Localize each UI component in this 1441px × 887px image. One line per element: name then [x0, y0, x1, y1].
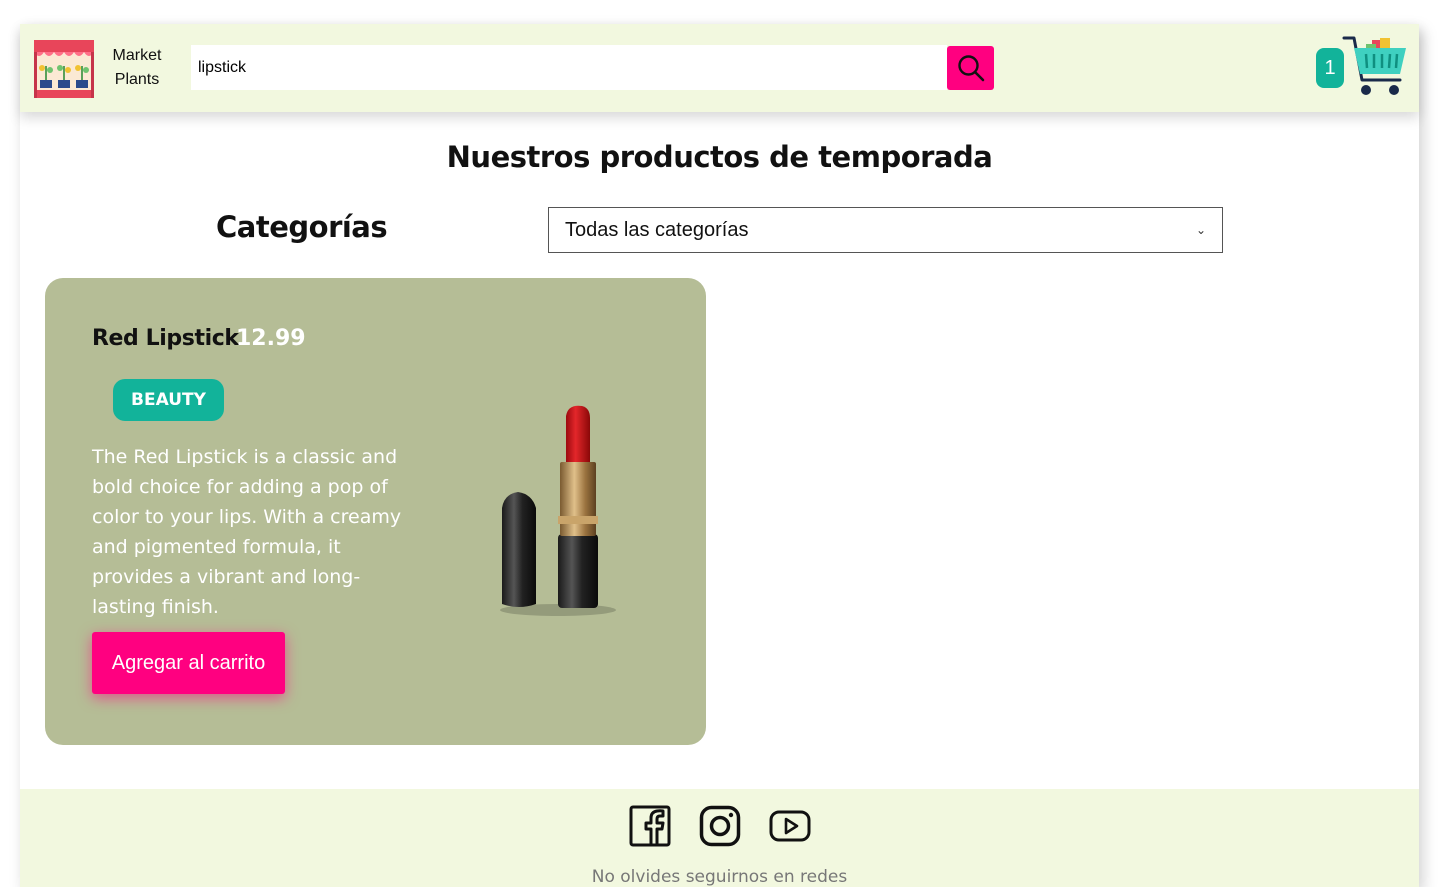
product-card: Red Lipstick 12.99 BEAUTY The Red Lipsti…: [45, 278, 706, 745]
product-category-badge: BEAUTY: [113, 379, 224, 421]
footer: No olvides seguirnos en redes: [20, 789, 1419, 887]
product-name: Red Lipstick: [92, 326, 239, 351]
add-to-cart-button[interactable]: Agregar al carrito: [92, 632, 285, 694]
brand-line-2: Plants: [114, 71, 160, 88]
brand-name: Market Plants: [106, 44, 168, 92]
youtube-icon[interactable]: [769, 805, 811, 847]
page: Market Plants 1: [20, 24, 1419, 887]
search-input[interactable]: [191, 45, 947, 90]
product-description: The Red Lipstick is a classic and bold c…: [92, 446, 402, 618]
search-button[interactable]: [947, 46, 994, 90]
category-select-value: Todas las categorías: [565, 218, 749, 241]
shop-logo-icon[interactable]: [32, 36, 96, 100]
search-icon: [957, 55, 984, 82]
brand-line-1: Market: [112, 47, 162, 64]
lipstick-image: [500, 405, 616, 616]
header: Market Plants 1: [20, 24, 1419, 112]
cart-count-badge: 1: [1316, 48, 1344, 88]
page-title: Nuestros productos de temporada: [446, 140, 993, 174]
facebook-icon[interactable]: [629, 805, 671, 847]
categories-label: Categorías: [216, 210, 388, 244]
product-price: 12.99: [236, 326, 306, 351]
category-select[interactable]: Todas las categorías ⌄: [548, 207, 1223, 253]
chevron-down-icon: ⌄: [1195, 223, 1206, 237]
footer-text: No olvides seguirnos en redes: [591, 867, 848, 887]
shopping-cart-icon[interactable]: [1342, 36, 1408, 100]
instagram-icon[interactable]: [699, 805, 741, 847]
